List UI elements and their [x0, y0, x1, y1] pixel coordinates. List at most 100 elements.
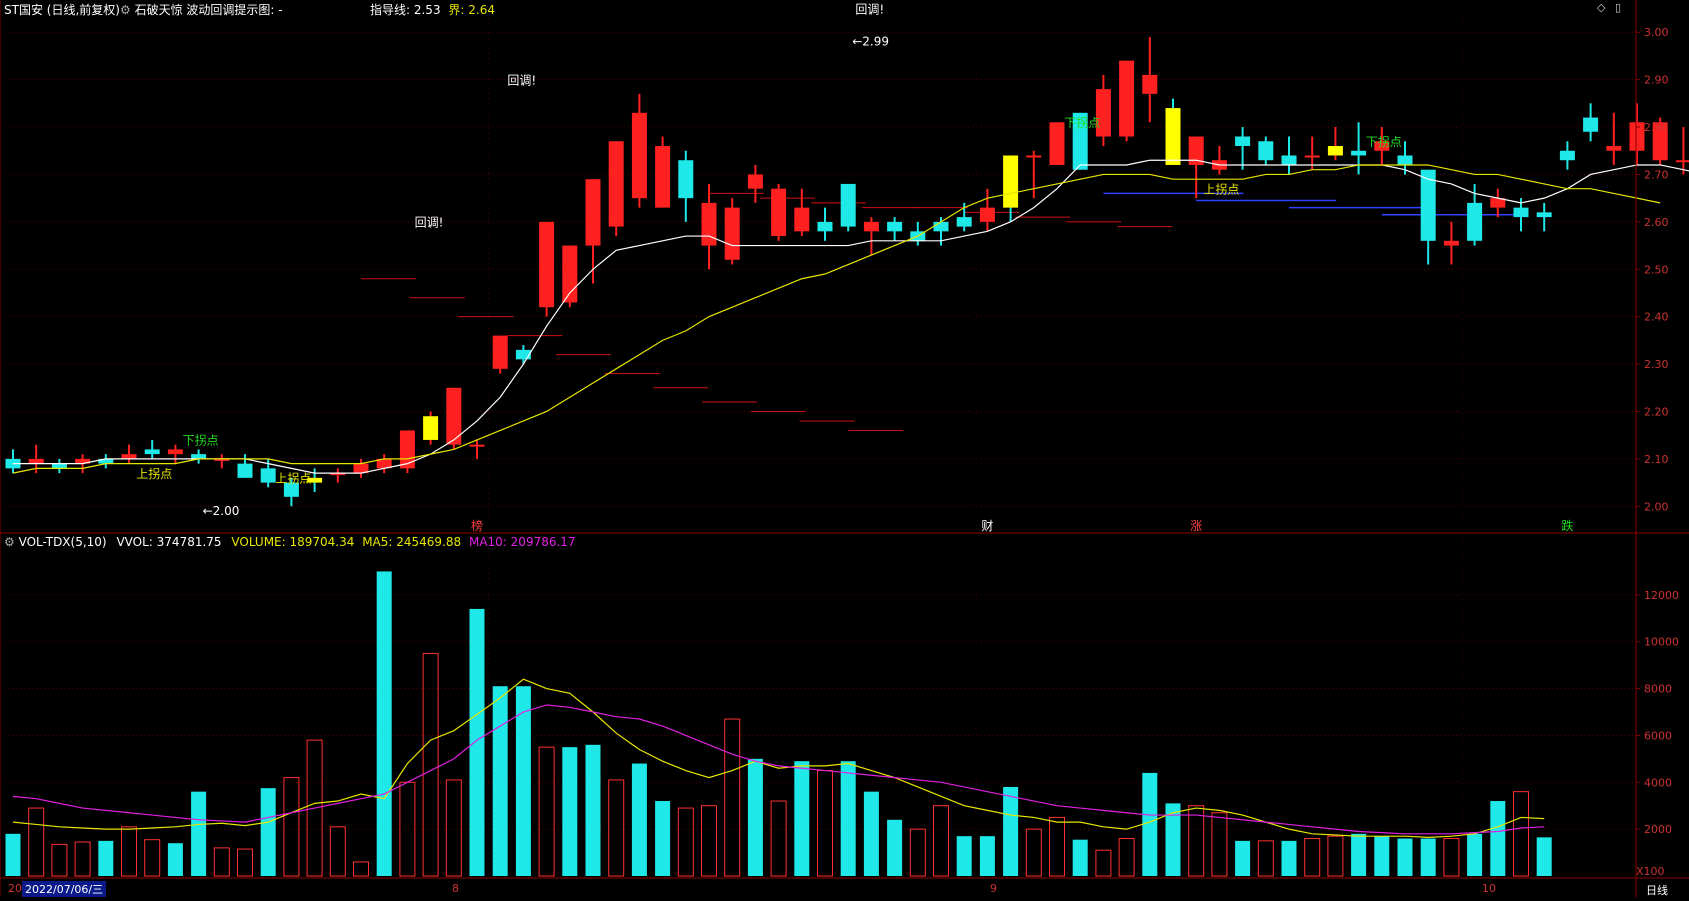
candle-body	[144, 449, 160, 455]
candle-body	[51, 463, 67, 469]
price-tick-label: 3.00	[1644, 26, 1669, 39]
volume-bar	[979, 836, 995, 876]
candle-body	[1003, 155, 1019, 208]
candle-body	[1142, 74, 1158, 94]
candle-body	[887, 221, 903, 232]
volume-bar	[98, 840, 114, 876]
volume-bar	[840, 761, 856, 876]
candle-body	[469, 444, 485, 447]
volume-bar	[191, 791, 207, 876]
candle-body	[655, 146, 671, 208]
candle-body	[399, 430, 415, 469]
volume-bar	[747, 758, 763, 876]
candle-body	[956, 217, 972, 227]
candle-body	[1281, 155, 1297, 165]
volume-bar	[585, 744, 601, 876]
guide-line-value: 指导线: 2.53 界: 2.64	[370, 3, 495, 17]
volume-tick-label: 6000	[1644, 729, 1672, 742]
signal-label: 回调!	[415, 216, 444, 230]
volume-bar	[469, 608, 485, 876]
candle-body	[423, 416, 439, 440]
volume-unit-label: X100	[1636, 865, 1665, 878]
price-tick-label: 2.50	[1644, 263, 1669, 276]
candle-body	[1513, 207, 1529, 218]
volume-bar	[1281, 840, 1297, 876]
volume-tick-label: 2000	[1644, 823, 1672, 836]
candle-body	[237, 463, 253, 478]
volume-bar	[1235, 840, 1251, 876]
candle-body	[747, 174, 763, 189]
price-extreme-label: ←2.99	[852, 35, 889, 49]
candle-body	[28, 458, 44, 464]
candle-body	[863, 221, 879, 232]
event-marker: 财	[981, 519, 993, 533]
candle-body	[1606, 146, 1622, 151]
event-marker: 榜	[471, 518, 483, 533]
price-tick-label: 2.80	[1644, 121, 1669, 134]
window-icon[interactable]: ▯	[1615, 1, 1621, 14]
event-marker: 跌	[1561, 518, 1573, 533]
price-tick-label: 2.30	[1644, 358, 1669, 371]
candle-body	[631, 112, 647, 199]
volume-tick-label: 4000	[1644, 776, 1672, 789]
signal-label: 下拐点	[1366, 134, 1402, 149]
candle-body	[840, 183, 856, 227]
candle-body	[1327, 146, 1343, 156]
candle-body	[539, 221, 555, 308]
signal-label: 上拐点	[136, 466, 172, 481]
candle-body	[678, 160, 694, 199]
candle-body	[121, 454, 137, 459]
period-label[interactable]: 日线	[1646, 882, 1668, 898]
candle-body	[1583, 117, 1599, 132]
candle-body	[1119, 60, 1135, 137]
event-marker: 涨	[1190, 518, 1202, 533]
candle-body	[979, 207, 995, 222]
price-extreme-label: ←2.00	[203, 504, 240, 518]
volume-bar	[1397, 838, 1413, 876]
signal-label: 上拐点	[1203, 181, 1239, 196]
month-label-10: 10	[1482, 882, 1496, 895]
volume-bar	[1351, 833, 1367, 876]
candle-body	[771, 188, 787, 237]
candle-body	[794, 207, 810, 232]
volume-bar	[1142, 772, 1158, 876]
volume-tick-label: 12000	[1644, 589, 1679, 602]
candle-body	[701, 202, 717, 246]
diamond-icon[interactable]: ◇	[1597, 1, 1605, 14]
price-volume-chart[interactable]: 3.00 2.90 2.80 2.70 2.60 2.50 2.40 2.30 2.20 2.10…	[0, 0, 1689, 897]
price-tick-label: 2.00	[1644, 500, 1669, 513]
volume-bar	[655, 801, 671, 876]
candle-body	[1258, 141, 1274, 161]
volume-bar	[794, 761, 810, 876]
volume-bar	[631, 763, 647, 876]
candle-body	[1235, 136, 1251, 146]
candle-body	[191, 454, 207, 459]
indicator-title: ⚙ 石破天惊 波动回调提示图: -	[120, 3, 283, 17]
volume-bar	[1490, 801, 1506, 876]
signal-label: 回调!	[855, 2, 884, 16]
volume-bar	[1003, 786, 1019, 876]
volume-tick-label: 8000	[1644, 683, 1672, 696]
candle-body	[585, 179, 601, 246]
indicator-icon: ⚙	[120, 3, 131, 17]
signal-label: 回调!	[507, 73, 536, 87]
bound-value: 界: 2.64	[448, 3, 495, 17]
candle-body	[1559, 150, 1575, 161]
signal-label: 上拐点	[275, 471, 311, 486]
signal-label: 下拐点	[1064, 115, 1100, 130]
volume-bar	[887, 819, 903, 876]
volume-bar	[492, 686, 508, 876]
signal-label: 下拐点	[183, 433, 219, 448]
volume-bar	[1420, 838, 1436, 876]
month-label-9: 9	[990, 882, 997, 895]
month-label-8: 8	[452, 882, 459, 895]
volume-bar	[376, 571, 392, 876]
volume-header: ⚙ VOL-TDX(5,10) VVOL: 374781.75 VOLUME: …	[4, 535, 576, 549]
volume-bar	[956, 836, 972, 876]
candle-body	[1049, 122, 1065, 165]
candle-body	[1165, 108, 1181, 165]
candle-body	[1536, 212, 1552, 218]
candle-body	[724, 207, 740, 260]
candle-body	[492, 335, 508, 369]
volume-bar	[260, 788, 276, 876]
